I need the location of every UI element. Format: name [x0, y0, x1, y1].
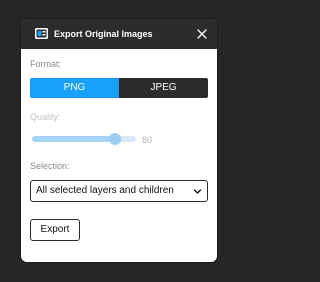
app-logo-icon: [35, 28, 48, 39]
format-option-jpeg[interactable]: JPEG: [119, 78, 208, 98]
format-toggle: PNG JPEG: [30, 78, 208, 98]
quality-value: 80: [142, 135, 153, 145]
format-option-png[interactable]: PNG: [30, 78, 119, 98]
dialog-titlebar: Export Original Images: [21, 19, 217, 49]
close-icon[interactable]: [195, 27, 209, 41]
selection-label: Selection:: [30, 161, 70, 171]
selection-value: All selected layers and children: [36, 185, 174, 196]
quality-slider-row: 80: [30, 133, 208, 147]
export-button[interactable]: Export: [30, 219, 80, 241]
format-label: Format:: [30, 59, 62, 69]
chevron-down-icon: [193, 189, 202, 194]
quality-label: Quality:: [30, 112, 61, 122]
export-dialog: Export Original Images Format: PNG JPEG …: [21, 19, 217, 262]
selection-select[interactable]: All selected layers and children: [30, 180, 208, 202]
quality-slider-thumb[interactable]: [109, 133, 122, 145]
dialog-title: Export Original Images: [54, 29, 153, 39]
quality-slider-fill: [32, 136, 116, 142]
